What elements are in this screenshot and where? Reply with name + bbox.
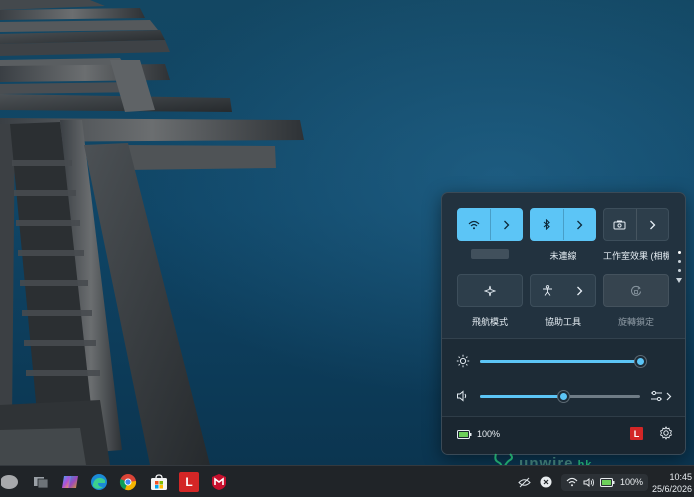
volume-slider-row	[442, 386, 685, 406]
store-icon	[151, 473, 167, 490]
quick-settings-tiles: 未連線 工作室效果 (相機) 飛航模式 協助工具 旋轉鎖定	[442, 193, 685, 338]
taskbar-app-store[interactable]	[148, 471, 170, 493]
accessibility-toggle[interactable]	[531, 275, 563, 306]
lenovo-app-icon[interactable]: L	[630, 427, 643, 440]
wifi-network-name-redacted	[471, 249, 509, 259]
audio-output-button[interactable]	[650, 387, 672, 405]
volume-slider-thumb[interactable]	[558, 391, 570, 402]
bluetooth-tile[interactable]	[530, 208, 596, 241]
studio-effects-tile[interactable]	[603, 208, 669, 241]
tray-network-volume-battery-button[interactable]: 100%	[561, 473, 649, 491]
wifi-icon	[468, 220, 480, 229]
wifi-icon	[566, 477, 578, 487]
bluetooth-icon	[543, 219, 550, 230]
rotation-lock-icon	[631, 285, 641, 296]
quick-settings-pager[interactable]	[675, 251, 683, 283]
bluetooth-expand-button[interactable]	[564, 209, 596, 240]
volume-slider-fill	[480, 395, 564, 398]
studio-effects-expand-button[interactable]	[637, 209, 669, 240]
rotation-lock-tile-group: 旋轉鎖定	[603, 274, 669, 327]
wifi-toggle[interactable]	[458, 209, 490, 240]
brightness-slider-row	[442, 351, 685, 371]
studio-effects-tile-group: 工作室效果 (相機)	[603, 208, 669, 261]
volume-slider[interactable]	[480, 391, 640, 402]
quick-settings-panel: 未連線 工作室效果 (相機) 飛航模式 協助工具 旋轉鎖定 100% L	[441, 192, 686, 455]
taskbar-app-lenovo[interactable]: L	[179, 472, 199, 492]
accessibility-label: 協助工具	[544, 317, 581, 327]
clock-time: 10:45	[669, 472, 692, 482]
start-button[interactable]	[0, 471, 24, 493]
start-icon	[1, 475, 18, 489]
studio-effects-label: 工作室效果 (相機)	[603, 251, 669, 261]
system-tray: 100%	[518, 466, 649, 497]
battery-percentage: 100%	[477, 429, 501, 439]
airplane-tile-group: 飛航模式	[457, 274, 523, 327]
pager-dot-2[interactable]	[677, 260, 681, 263]
taskbar-app-edge[interactable]	[88, 471, 110, 493]
accessibility-tile[interactable]	[530, 274, 596, 307]
taskbar-app-task-view[interactable]	[30, 471, 52, 493]
rotation-lock-tile[interactable]	[603, 274, 669, 307]
pager-dot-3[interactable]	[677, 269, 681, 272]
airplane-mode-tile[interactable]	[457, 274, 523, 307]
lenovo-app-letter: L	[633, 428, 640, 439]
hidden-camera-icon[interactable]	[518, 477, 531, 488]
bluetooth-toggle[interactable]	[531, 209, 563, 240]
speaker-icon	[583, 477, 594, 487]
wifi-expand-button[interactable]	[491, 209, 523, 240]
chevron-right-icon	[576, 220, 583, 229]
accessibility-icon	[542, 285, 552, 296]
edge-icon	[91, 474, 107, 490]
chevron-right-icon	[503, 220, 510, 229]
chevron-right-icon	[649, 220, 656, 229]
battery-status[interactable]: 100%	[457, 429, 500, 439]
brightness-slider[interactable]	[480, 356, 646, 367]
taskbar-clock[interactable]: 10:45 25/6/2026	[636, 471, 692, 495]
airplane-icon	[484, 285, 496, 296]
lenovo-icon: L	[185, 475, 193, 489]
accessibility-tile-group: 協助工具	[530, 274, 596, 327]
chrome-icon	[119, 474, 137, 491]
quick-settings-sliders	[442, 338, 685, 416]
audio-output-icon	[651, 390, 662, 402]
battery-icon	[457, 429, 472, 439]
brightness-slider-thumb[interactable]	[635, 356, 646, 367]
copilot-icon	[62, 476, 78, 488]
battery-icon	[600, 477, 615, 487]
bluetooth-tile-group: 未連線	[530, 208, 596, 261]
mcafee-icon	[212, 474, 226, 490]
chevron-right-icon	[576, 286, 582, 295]
gear-icon[interactable]	[659, 426, 673, 440]
pager-dot-1[interactable]	[677, 251, 681, 254]
airplane-mode-label: 飛航模式	[471, 317, 508, 327]
pier-image	[0, 0, 304, 465]
chevron-down-icon[interactable]	[676, 278, 682, 283]
taskbar-app-mcafee[interactable]	[208, 471, 230, 493]
rotation-lock-label: 旋轉鎖定	[617, 317, 654, 327]
task-view-icon	[34, 477, 49, 489]
taskbar-app-chrome[interactable]	[117, 471, 139, 493]
brightness-icon	[456, 354, 470, 368]
taskbar-app-copilot[interactable]	[59, 471, 81, 493]
wifi-tile[interactable]	[457, 208, 523, 241]
quick-settings-footer: 100% L	[442, 416, 685, 454]
close-circle-icon[interactable]	[540, 476, 552, 488]
studio-effects-toggle[interactable]	[604, 209, 636, 240]
wifi-tile-group	[457, 208, 523, 259]
accessibility-expand-button[interactable]	[563, 275, 595, 306]
brightness-slider-fill	[480, 360, 640, 363]
speaker-icon	[457, 390, 467, 402]
taskbar: L 100% 10:45 25/6/2026	[0, 465, 694, 497]
clock-date: 25/6/2026	[651, 484, 692, 494]
bluetooth-label: 未連線	[549, 251, 577, 261]
camera-effects-icon	[613, 220, 626, 229]
chevron-right-icon	[666, 392, 672, 400]
